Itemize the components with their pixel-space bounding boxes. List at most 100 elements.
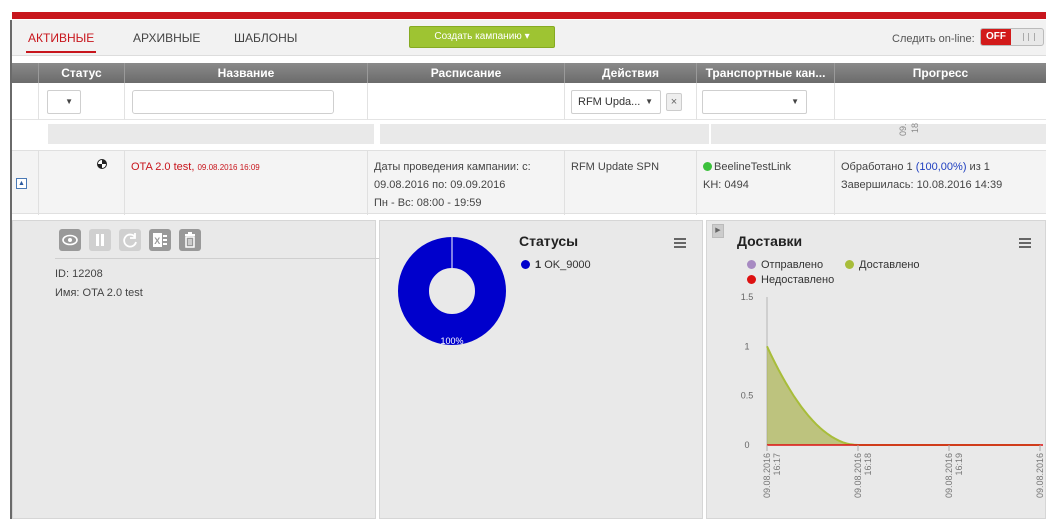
- deliveries-panel: Доставки Отправлено Доставлено Недоставл…: [706, 220, 1046, 519]
- transport-name: BeelineTestLink: [714, 161, 792, 173]
- deliveries-title: Доставки: [737, 233, 803, 249]
- header-progress[interactable]: Прогресс: [834, 63, 1046, 83]
- progress-suffix: из 1: [966, 161, 990, 173]
- header-spacer: [12, 63, 38, 83]
- legend-label: Доставлено: [859, 259, 920, 271]
- header-actions[interactable]: Действия: [564, 63, 696, 83]
- tab-active[interactable]: АКТИВНЫЕ: [25, 31, 97, 53]
- tabs-bar: АКТИВНЫЕ АРХИВНЫЕ ШАБЛОНЫ Создать кампан…: [12, 20, 1046, 56]
- details-panel: X ID: 12208 Имя: OTA 2.0 test: [12, 220, 381, 519]
- donut-slices: [398, 237, 506, 345]
- legend-item[interactable]: Доставлено: [845, 259, 920, 271]
- legend-item[interactable]: 1 OK_9000: [521, 259, 591, 271]
- chevron-down-icon: ▼: [65, 97, 73, 106]
- follow-online-toggle[interactable]: OFF: [980, 28, 1044, 46]
- refresh-icon[interactable]: [119, 229, 141, 251]
- schedule-line: Пн - Вс: 08:00 - 19:59: [374, 197, 482, 209]
- chevron-down-icon: ▼: [791, 97, 799, 106]
- filter-transport-cell: ▼: [696, 83, 834, 120]
- schedule-cell: Даты проведения кампании: с: 09.08.2016 …: [367, 151, 564, 215]
- y-tick-label: 0: [744, 440, 749, 450]
- y-tick-label: 1.5: [741, 292, 754, 302]
- progress-prefix: Обработано 1: [841, 161, 916, 173]
- filter-progress-cell: [834, 83, 1046, 120]
- x-tick-label: 09.08.2016: [762, 453, 772, 498]
- legend-count: 1: [535, 259, 542, 271]
- play-icon[interactable]: ▶: [712, 224, 724, 238]
- legend-item[interactable]: Отправлено: [747, 259, 823, 271]
- x-tick-label: 09.08.2016: [1035, 453, 1045, 498]
- campaign-name-detail: Имя: OTA 2.0 test: [55, 287, 143, 299]
- axis-stub-label: 18: [910, 122, 920, 133]
- campaign-name-link[interactable]: OTA 2.0 test,: [131, 161, 194, 173]
- schedule-line: 09.08.2016 по: 09.09.2016: [374, 179, 506, 191]
- summary-segment: [48, 124, 374, 144]
- svg-text:X: X: [154, 236, 160, 246]
- create-campaign-button[interactable]: Создать кампанию ▾: [409, 26, 555, 48]
- statuses-panel: 100% Статусы 1 OK_9000: [379, 220, 703, 519]
- y-tick-label: 1: [744, 341, 749, 351]
- excel-icon[interactable]: X: [149, 229, 171, 251]
- x-tick-label: 09.08.2016: [853, 453, 863, 498]
- x-tick-label: 16:19: [954, 453, 964, 476]
- campaign-created: 09.08.2016 16:09: [197, 163, 260, 172]
- accent-bar: [12, 12, 1046, 19]
- trash-icon[interactable]: [179, 229, 201, 251]
- schedule-line: Даты проведения кампании: с:: [374, 161, 531, 173]
- finished-flag-icon: [97, 159, 107, 169]
- summary-segment: [380, 124, 709, 144]
- filter-schedule-cell: [367, 83, 564, 120]
- statuses-title: Статусы: [519, 233, 579, 249]
- action-value: RFM Update SPN: [571, 161, 660, 173]
- toolbar-divider: [55, 258, 381, 259]
- tab-archived[interactable]: АРХИВНЫЕ: [133, 31, 200, 45]
- action-filter-select[interactable]: RFM Upda... ▼: [571, 90, 661, 114]
- header-transport[interactable]: Транспортные кан...: [696, 63, 834, 83]
- action-filter-value: RFM Upda...: [578, 96, 641, 108]
- name-cell: OTA 2.0 test, 09.08.2016 16:09: [124, 151, 367, 215]
- transport-filter-select[interactable]: ▼: [702, 90, 807, 114]
- chevron-down-icon: ▼: [645, 97, 653, 106]
- header-status[interactable]: Статус: [38, 63, 124, 83]
- kn-value: KH: 0494: [703, 179, 749, 191]
- x-tick-label: 16:18: [863, 453, 873, 476]
- header-name[interactable]: Название: [124, 63, 367, 83]
- status-cell: [38, 151, 124, 215]
- filter-status-cell: ▼: [38, 83, 124, 120]
- axis-stub-label: 09.: [898, 123, 908, 136]
- table-header: Статус Название Расписание Действия Тран…: [12, 63, 1046, 83]
- table-row[interactable]: ▲ OTA 2.0 test, 09.08.2016 16:09 Даты пр…: [12, 150, 1046, 215]
- x-tick-label: 09.08.2016: [944, 453, 954, 498]
- clear-filter-button[interactable]: ×: [666, 93, 682, 111]
- toggle-state: OFF: [981, 29, 1011, 45]
- expand-icon[interactable]: ▲: [16, 178, 27, 189]
- legend-label: Недоставлено: [761, 274, 835, 286]
- filter-row: ▼ RFM Upda... ▼ × ▼: [12, 83, 1046, 120]
- progress-percent: (100,00%): [915, 161, 967, 173]
- header-schedule[interactable]: Расписание: [367, 63, 564, 83]
- delivered-area: [767, 346, 858, 445]
- donut-center-label: 100%: [440, 336, 463, 346]
- status-ok-icon: [703, 162, 712, 171]
- pause-icon[interactable]: [89, 229, 111, 251]
- menu-icon[interactable]: [674, 238, 686, 248]
- legend-item[interactable]: Недоставлено: [747, 274, 834, 286]
- transport-cell: BeelineTestLink KH: 0494: [696, 151, 834, 215]
- toggle-grip-icon: [1023, 33, 1035, 41]
- menu-icon[interactable]: [1019, 238, 1031, 248]
- follow-online-label: Следить on-line:: [892, 33, 975, 45]
- filter-name-cell: [124, 83, 367, 120]
- finished-date: Завершилась: 10.08.2016 14:39: [841, 179, 1003, 191]
- legend-dot-icon: [747, 260, 756, 269]
- legend-label: OK_9000: [544, 259, 591, 271]
- eye-icon[interactable]: [59, 229, 81, 251]
- deliveries-area-chart: 1.510.5009.08.2016 16:17 09.08.2016 16:18 09…: [741, 292, 1045, 498]
- legend-dot-icon: [521, 260, 530, 269]
- x-tick-label: 16:17: [772, 453, 782, 476]
- filter-actions-cell: RFM Upda... ▼ ×: [564, 83, 696, 120]
- top-strip: [0, 0, 1046, 20]
- legend-label: Отправлено: [761, 259, 824, 271]
- status-filter-select[interactable]: ▼: [47, 90, 81, 114]
- name-filter-input[interactable]: [132, 90, 334, 114]
- tab-templates[interactable]: ШАБЛОНЫ: [234, 31, 297, 45]
